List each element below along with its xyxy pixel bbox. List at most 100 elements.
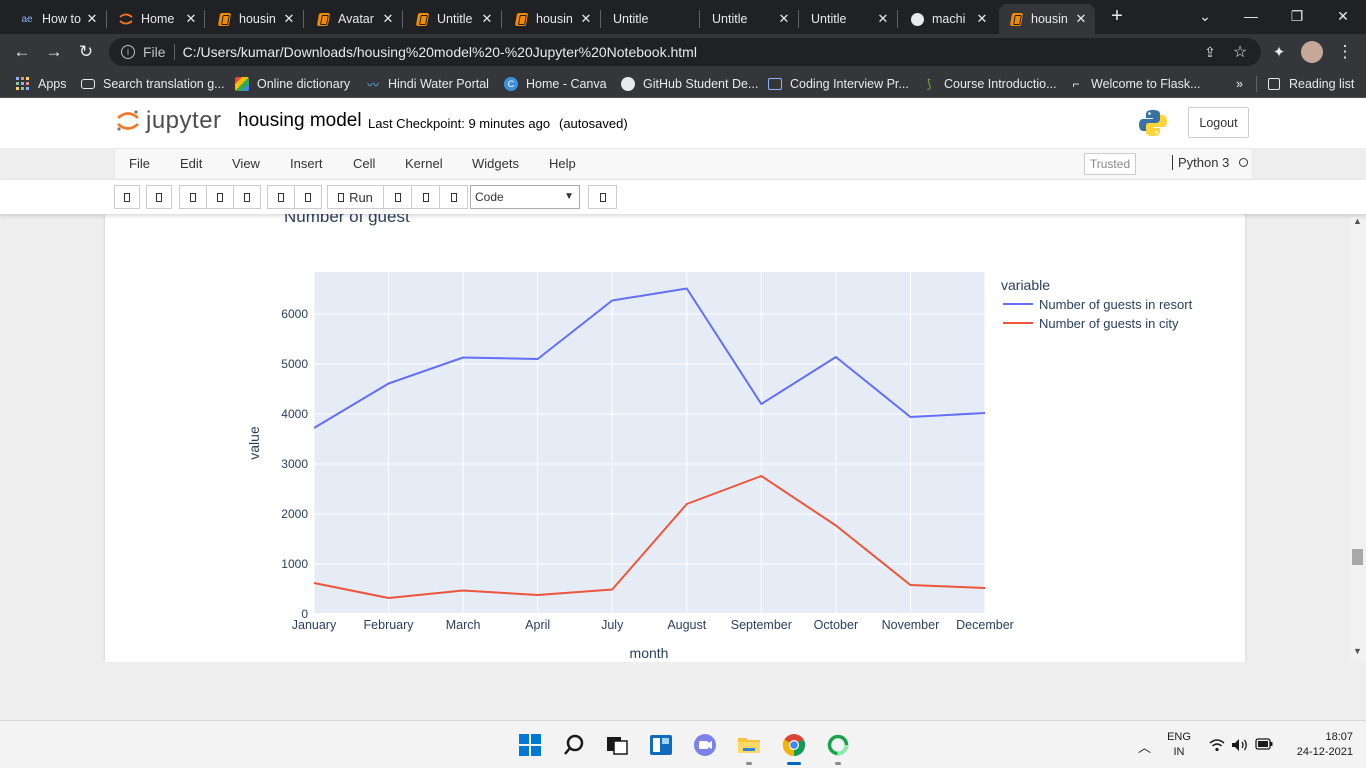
move-down-icon[interactable] <box>294 185 322 209</box>
notebook-name[interactable]: housing model <box>238 110 362 132</box>
cut-icon[interactable] <box>179 185 207 209</box>
restart-icon[interactable] <box>411 185 440 209</box>
logout-button[interactable]: Logout <box>1188 107 1249 138</box>
browser-tab[interactable]: Untitle ✕ <box>801 4 897 34</box>
battery-icon[interactable] <box>1255 738 1273 750</box>
browser-tab[interactable]: Untitle ✕ <box>702 4 798 34</box>
chart-title: Number of guest <box>284 214 410 226</box>
jupyter-logo[interactable]: jupyter <box>116 107 222 135</box>
new-tab-icon[interactable]: + <box>1097 0 1137 32</box>
wifi-icon[interactable] <box>1209 738 1225 752</box>
bookmark-item[interactable]: 〰 Hindi Water Portal <box>366 76 489 92</box>
jupyter-logo-icon <box>117 110 139 131</box>
bookmark-item[interactable]: GitHub Student De... <box>621 76 758 92</box>
task-view-icon[interactable] <box>605 733 629 757</box>
notebook-scrollbar[interactable]: ▲ ▼ <box>1349 214 1366 662</box>
bookmark-item[interactable]: Search translation g... <box>81 76 225 92</box>
browser-tab[interactable]: housin ✕ <box>504 4 600 34</box>
browser-tab[interactable]: Home ✕ <box>109 4 205 34</box>
trusted-badge[interactable]: Trusted <box>1084 153 1136 175</box>
scroll-thumb[interactable] <box>1352 549 1363 565</box>
tab-title: Untitle <box>811 12 847 26</box>
interrupt-icon[interactable] <box>383 185 412 209</box>
browser-tab[interactable]: housin ✕ <box>207 4 303 34</box>
browser-tab[interactable]: ae How to ✕ <box>10 4 106 34</box>
move-up-icon[interactable] <box>267 185 295 209</box>
address-scheme-label: File <box>143 44 166 60</box>
browser-tab[interactable]: Avatar ✕ <box>306 4 402 34</box>
close-icon[interactable]: ✕ <box>1073 11 1089 27</box>
close-icon[interactable]: ✕ <box>974 11 990 27</box>
extensions-icon[interactable]: ✦ <box>1267 40 1291 64</box>
forward-icon[interactable]: → <box>42 40 66 64</box>
search-icon[interactable] <box>562 733 586 757</box>
widgets-icon[interactable] <box>649 733 673 757</box>
system-clock[interactable]: 18:07 24-12-2021 <box>1283 730 1353 760</box>
close-icon[interactable]: ✕ <box>875 11 891 27</box>
windows-taskbar: ︿ ENG IN 18:07 24-12-2021 <box>0 720 1366 768</box>
minimize-icon[interactable]: — <box>1228 0 1274 32</box>
menu-file[interactable]: File <box>129 156 150 171</box>
paste-icon[interactable] <box>233 185 261 209</box>
line-chart: Number of guest 010002000300040005000600… <box>246 214 1193 661</box>
menu-view[interactable]: View <box>232 156 260 171</box>
address-bar[interactable]: i File C:/Users/kumar/Downloads/housing%… <box>109 38 1261 66</box>
bookmark-label: Course Introductio... <box>944 77 1057 91</box>
app-ring-icon[interactable] <box>826 733 850 757</box>
bookmarks-overflow-button[interactable]: » <box>1236 76 1243 92</box>
reading-list-button[interactable]: Reading list <box>1267 76 1354 92</box>
language-indicator[interactable]: ENG IN <box>1166 730 1192 760</box>
reload-icon[interactable]: ↻ <box>74 40 98 64</box>
share-icon[interactable]: ⇪ <box>1198 40 1222 64</box>
restart-run-all-icon[interactable] <box>439 185 468 209</box>
menu-edit[interactable]: Edit <box>180 156 202 171</box>
menu-cell[interactable]: Cell <box>353 156 375 171</box>
tab-search-icon[interactable]: ⌄ <box>1182 0 1228 32</box>
close-icon[interactable]: ✕ <box>578 11 594 27</box>
menu-kernel[interactable]: Kernel <box>405 156 443 171</box>
menu-widgets[interactable]: Widgets <box>472 156 519 171</box>
kernel-name: Python 3 <box>1172 155 1229 170</box>
chrome-icon[interactable] <box>782 733 806 757</box>
close-icon[interactable]: ✕ <box>281 11 297 27</box>
y-tick-label: 3000 <box>281 457 308 471</box>
menu-help[interactable]: Help <box>549 156 576 171</box>
save-icon[interactable] <box>114 185 140 209</box>
close-icon[interactable]: ✕ <box>776 11 792 27</box>
insert-cell-icon[interactable] <box>146 185 172 209</box>
bookmark-item[interactable]: Coding Interview Pr... <box>768 76 909 92</box>
file-explorer-icon[interactable] <box>737 733 761 757</box>
windows-start-icon[interactable] <box>518 733 542 757</box>
bookmark-star-icon[interactable]: ☆ <box>1228 40 1252 64</box>
close-icon[interactable]: ✕ <box>183 11 199 27</box>
show-hidden-icons-icon[interactable]: ︿ <box>1138 737 1151 756</box>
menu-insert[interactable]: Insert <box>290 156 323 171</box>
teams-chat-icon[interactable] <box>693 733 717 757</box>
run-button[interactable]: Run <box>327 185 384 209</box>
close-icon[interactable]: ✕ <box>479 11 495 27</box>
cell-type-select[interactable]: Code ▼ <box>470 185 580 209</box>
browser-menu-icon[interactable]: ⋮ <box>1333 40 1357 64</box>
scroll-up-icon[interactable]: ▲ <box>1349 216 1366 226</box>
volume-icon[interactable] <box>1231 738 1249 752</box>
close-icon[interactable]: ✕ <box>84 11 100 27</box>
restore-icon[interactable]: ❐ <box>1274 0 1320 32</box>
info-icon[interactable]: i <box>121 45 135 59</box>
bookmark-item[interactable]: Online dictionary <box>235 76 350 92</box>
browser-tab[interactable]: Untitle <box>603 4 699 34</box>
browser-tab[interactable]: Untitle ✕ <box>405 4 501 34</box>
profile-avatar[interactable] <box>1300 40 1324 64</box>
browser-tab[interactable]: housin ✕ <box>999 4 1095 34</box>
bookmark-item[interactable]: C Home - Canva <box>504 76 607 92</box>
close-window-icon[interactable]: ✕ <box>1320 0 1366 32</box>
copy-icon[interactable] <box>206 185 234 209</box>
bookmark-item[interactable]: Apps <box>16 76 67 92</box>
bookmark-item[interactable]: ⌐ Welcome to Flask... <box>1069 76 1200 92</box>
scroll-down-icon[interactable]: ▼ <box>1349 646 1366 656</box>
back-icon[interactable]: ← <box>10 40 34 64</box>
close-icon[interactable]: ✕ <box>380 11 396 27</box>
bookmark-item[interactable]: ⟆ Course Introductio... <box>922 76 1057 92</box>
browser-tab[interactable]: machi ✕ <box>900 4 996 34</box>
address-url[interactable]: C:/Users/kumar/Downloads/housing%20model… <box>183 44 697 60</box>
command-palette-icon[interactable] <box>588 185 617 209</box>
